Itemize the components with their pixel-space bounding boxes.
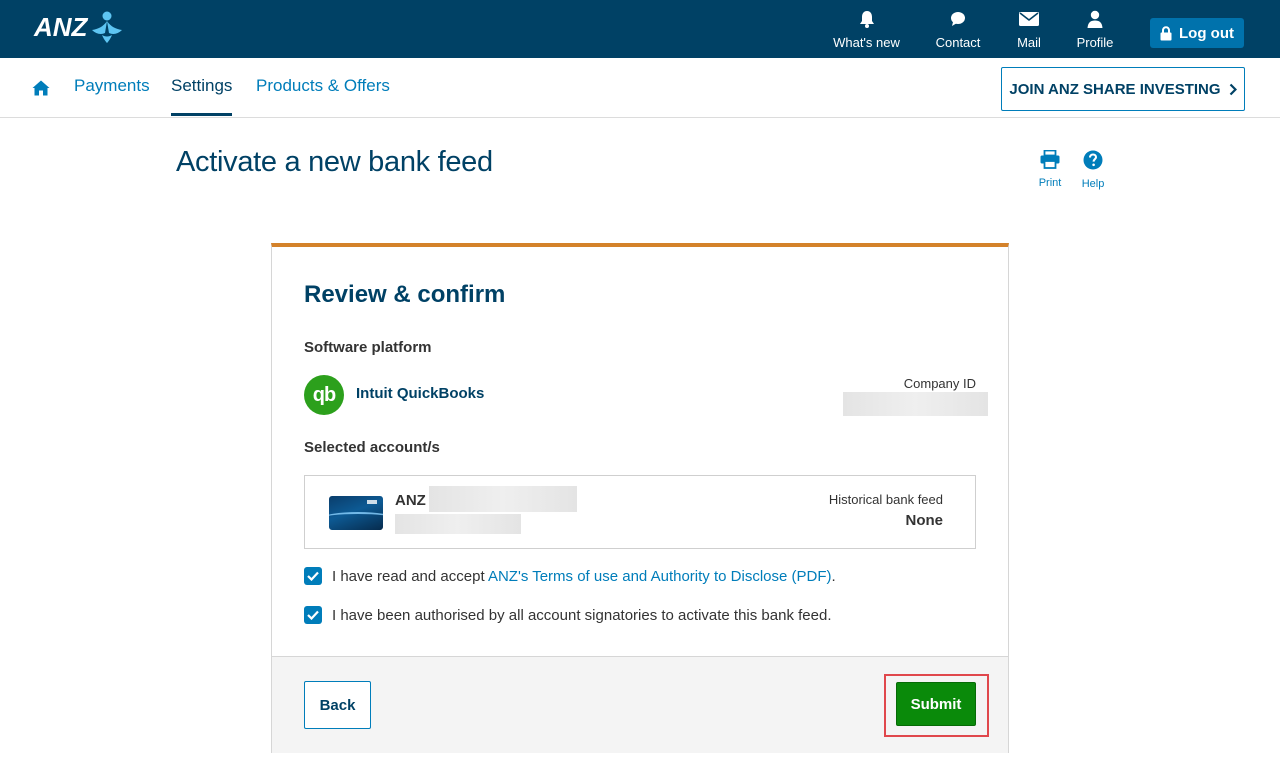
nav-profile-label: Profile — [1076, 35, 1114, 50]
print-label: Print — [1038, 177, 1062, 189]
help-button[interactable]: Help — [1080, 150, 1106, 190]
selected-account-box: ANZ Historical bank feed None — [304, 475, 976, 549]
terms-link[interactable]: ANZ's Terms of use and Authority to Disc… — [488, 568, 832, 585]
active-tab-indicator — [171, 113, 232, 116]
checkmark-icon — [307, 571, 319, 581]
home-icon[interactable] — [32, 80, 50, 101]
platform-name: Intuit QuickBooks — [356, 385, 485, 402]
lock-icon — [1160, 25, 1172, 40]
terms-prefix: I have read and accept — [332, 567, 488, 585]
back-button[interactable]: Back — [304, 681, 371, 729]
bank-card-image — [329, 496, 383, 530]
quickbooks-logo-text: qb — [312, 383, 336, 406]
terms-suffix: . — [831, 567, 836, 585]
logout-label: Log out — [1179, 24, 1234, 42]
terms-text: I have read and accept ANZ's Terms of us… — [332, 568, 836, 585]
account-name: ANZ — [395, 492, 426, 509]
page-title: Activate a new bank feed — [176, 146, 493, 178]
bell-icon — [859, 8, 875, 30]
checkmark-icon — [307, 610, 319, 620]
logout-button[interactable]: Log out — [1150, 18, 1244, 48]
nav-mail[interactable]: Mail — [1016, 8, 1042, 54]
nav-products-offers[interactable]: Products & Offers — [256, 76, 390, 96]
chat-bubble-icon — [950, 8, 966, 30]
software-platform-label: Software platform — [304, 339, 432, 356]
historical-feed-label: Historical bank feed — [828, 492, 943, 507]
review-confirm-card: Review & confirm Software platform qb In… — [271, 243, 1009, 753]
account-number-redacted — [395, 514, 521, 534]
anz-men-icon — [92, 11, 123, 43]
authorised-text: I have been authorised by all account si… — [332, 606, 832, 624]
submit-button[interactable]: Submit — [896, 682, 976, 726]
nav-settings[interactable]: Settings — [171, 76, 232, 96]
person-icon — [1087, 8, 1103, 30]
nav-whats-new[interactable]: What's new — [833, 8, 900, 54]
company-id-label: Company ID — [903, 376, 976, 391]
nav-whats-new-label: What's new — [833, 35, 900, 50]
authorised-checkbox[interactable] — [304, 606, 322, 624]
nav-mail-label: Mail — [1017, 35, 1041, 50]
join-share-investing-button[interactable]: JOIN ANZ SHARE INVESTING — [1001, 67, 1245, 111]
account-name-redacted — [429, 486, 577, 512]
printer-icon — [1040, 150, 1060, 169]
nav-payments[interactable]: Payments — [74, 76, 150, 96]
back-label: Back — [319, 696, 356, 714]
chevron-right-icon — [1229, 83, 1237, 95]
selected-accounts-label: Selected account/s — [304, 439, 440, 456]
card-footer: Back Submit — [272, 656, 1008, 753]
question-circle-icon — [1083, 150, 1103, 170]
authorised-checkbox-row: I have been authorised by all account si… — [304, 606, 831, 624]
card-title: Review & confirm — [304, 281, 506, 308]
company-id-value-redacted — [843, 392, 988, 416]
nav-contact-label: Contact — [935, 35, 981, 50]
join-share-investing-label: JOIN ANZ SHARE INVESTING — [1009, 80, 1221, 98]
terms-checkbox-row: I have read and accept ANZ's Terms of us… — [304, 567, 836, 585]
historical-feed-value: None — [905, 512, 944, 529]
terms-checkbox[interactable] — [304, 567, 322, 585]
print-button[interactable]: Print — [1037, 150, 1063, 189]
envelope-icon — [1019, 8, 1039, 30]
logo-text: ANZ — [34, 11, 88, 42]
anz-logo[interactable]: ANZ — [34, 10, 125, 44]
nav-contact[interactable]: Contact — [935, 8, 981, 54]
quickbooks-logo: qb — [304, 375, 344, 415]
help-label: Help — [1081, 178, 1105, 190]
secondary-nav: Payments Settings Products & Offers JOIN… — [0, 58, 1280, 118]
nav-profile[interactable]: Profile — [1076, 8, 1114, 54]
top-bar: ANZ What's new Contact Mail Profile Log … — [0, 0, 1280, 58]
submit-label: Submit — [910, 695, 962, 713]
